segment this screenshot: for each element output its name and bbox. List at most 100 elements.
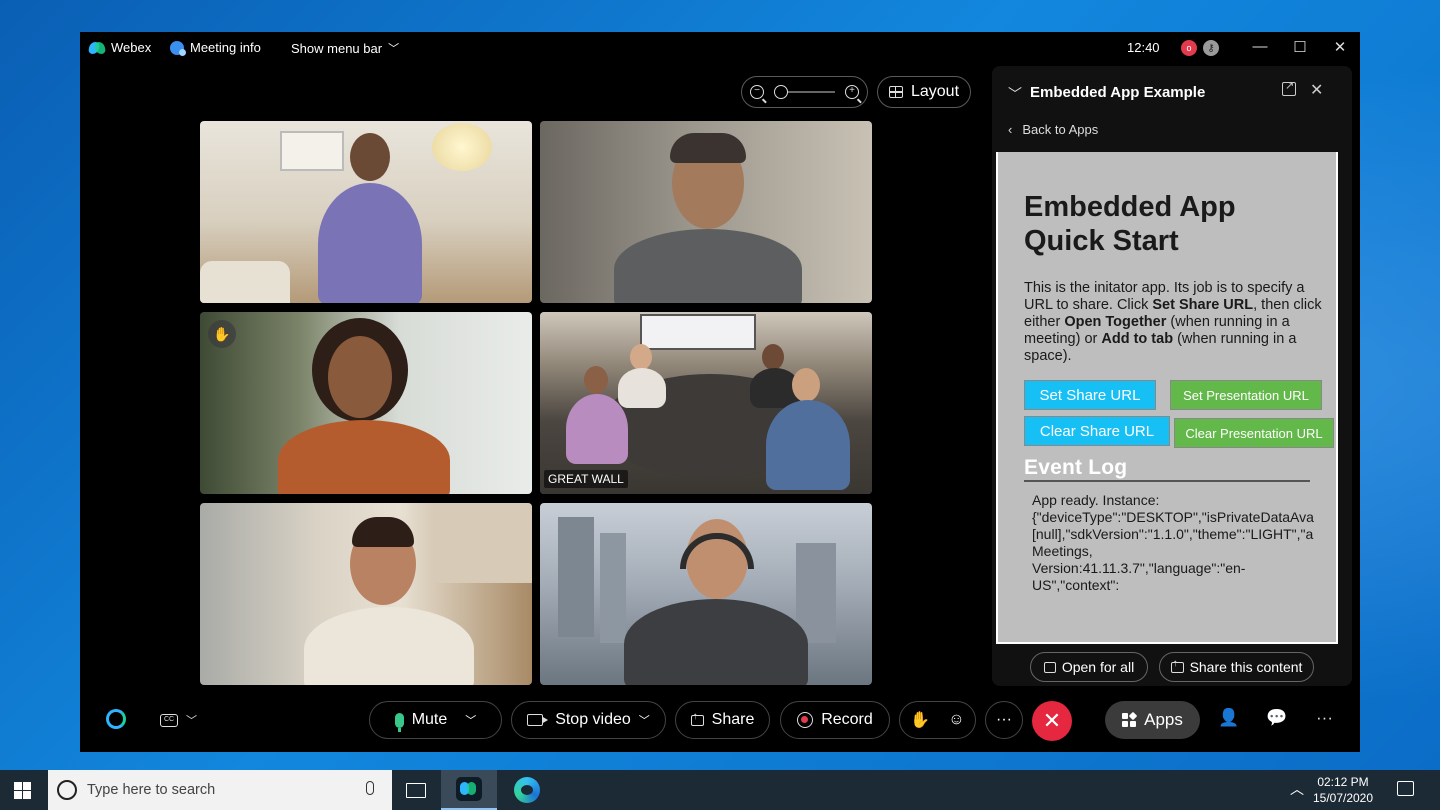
notifications-icon[interactable] <box>1397 781 1414 796</box>
desc-bold: Set Share URL <box>1152 297 1254 313</box>
reactions-icon[interactable]: ☺ <box>948 711 964 729</box>
stop-video-button[interactable]: Stop video ﹀ <box>511 701 666 739</box>
taskbar-edge-app[interactable] <box>499 770 555 810</box>
stop-video-label: Stop video <box>555 711 631 728</box>
clear-share-url-button[interactable]: Clear Share URL <box>1024 416 1170 446</box>
share-this-content-label: Share this content <box>1189 659 1303 675</box>
record-button[interactable]: Record <box>780 701 890 739</box>
clock-time: 02:12 PM <box>1317 775 1369 789</box>
minimize-icon[interactable]: — <box>1250 38 1270 55</box>
open-for-all-button[interactable]: Open for all <box>1030 652 1148 682</box>
video-tile[interactable] <box>540 121 872 303</box>
taskbar-webex-app[interactable] <box>441 770 497 810</box>
clock-date: 15/07/2020 <box>1312 791 1374 805</box>
app-name: Webex <box>111 40 152 55</box>
collapse-chevron-icon[interactable]: ﹀ <box>1008 84 1022 104</box>
maximize-icon[interactable]: ☐ <box>1290 38 1310 56</box>
chevron-down-icon[interactable]: ﹀ <box>639 712 650 728</box>
clear-presentation-url-button[interactable]: Clear Presentation URL <box>1174 418 1334 448</box>
person-body <box>304 607 474 685</box>
webex-logo-icon <box>89 41 105 55</box>
title-bar: Webex Meeting info Show menu bar ﹀ 12:40… <box>80 32 1360 64</box>
windows-start-icon[interactable] <box>14 782 32 799</box>
person-body <box>624 599 808 685</box>
person-head <box>762 344 784 370</box>
system-tray-chevron-icon[interactable]: ︿ <box>1290 779 1304 799</box>
record-label: Record <box>821 711 873 728</box>
more-icon[interactable]: ··· <box>1316 708 1333 728</box>
key-icon[interactable]: ⚷ <box>1203 40 1219 56</box>
chat-icon[interactable]: 💬 <box>1266 708 1287 728</box>
layout-button[interactable]: Layout <box>877 76 971 108</box>
apps-button[interactable]: Apps <box>1105 701 1200 739</box>
search-placeholder: Type here to search <box>87 782 216 798</box>
person-body <box>318 183 422 303</box>
person-head <box>350 133 390 181</box>
chevron-down-icon: ﹀ <box>186 715 197 727</box>
video-tile[interactable] <box>200 503 532 685</box>
taskbar-search-box[interactable]: Type here to search <box>48 770 392 810</box>
video-tile[interactable] <box>200 121 532 303</box>
meeting-info-button[interactable]: Meeting info <box>170 40 261 56</box>
show-menu-bar-button[interactable]: Show menu bar ﹀ <box>291 40 399 56</box>
desc-bold: Add to tab <box>1101 331 1174 347</box>
open-for-all-label: Open for all <box>1061 659 1135 675</box>
person-body <box>566 394 628 464</box>
person-head <box>630 344 652 370</box>
close-icon: ✕ <box>1042 708 1062 733</box>
reactions-group: ✋ ☺ <box>899 701 976 739</box>
share-button[interactable]: Share <box>675 701 770 739</box>
microphone-icon[interactable] <box>366 781 374 795</box>
zoom-out-icon[interactable]: − <box>750 85 764 99</box>
webex-meeting-window: Webex Meeting info Show menu bar ﹀ 12:40… <box>80 32 1360 752</box>
meeting-time-label: 12:40 <box>1127 40 1160 55</box>
captions-button[interactable]: CC ﹀ <box>160 712 197 728</box>
video-tile[interactable]: ✋ <box>200 312 532 494</box>
leave-meeting-button[interactable]: ✕ <box>1032 701 1072 741</box>
embedded-app-content: Embedded App Quick Start This is the ini… <box>998 152 1336 642</box>
share-label: Share <box>711 711 755 728</box>
zoom-slider-knob[interactable] <box>774 85 788 99</box>
layout-label: Layout <box>910 83 960 100</box>
taskbar-clock[interactable]: 02:12 PM 15/07/2020 <box>1308 774 1378 806</box>
whiteboard-image <box>280 131 344 171</box>
back-to-apps-label: Back to Apps <box>1022 122 1099 137</box>
desc-bold: Open Together <box>1064 314 1167 330</box>
video-tile-active[interactable]: GREAT WALL <box>540 312 872 494</box>
recording-status-icon[interactable]: o <box>1181 40 1197 56</box>
back-to-apps-link[interactable]: ‹ Back to Apps <box>1008 122 1098 137</box>
share-this-content-button[interactable]: Share this content <box>1159 652 1314 682</box>
microphone-icon <box>394 712 404 732</box>
person-hair <box>670 133 746 163</box>
task-view-icon[interactable] <box>406 783 426 798</box>
video-tile[interactable] <box>540 503 872 685</box>
record-icon <box>797 712 814 728</box>
set-share-url-button[interactable]: Set Share URL <box>1024 380 1156 410</box>
raise-hand-icon[interactable]: ✋ <box>910 710 930 730</box>
mute-button[interactable]: Mute ﹀ <box>369 701 502 739</box>
closed-captions-icon: CC <box>160 713 178 727</box>
building-image <box>600 533 626 643</box>
edge-browser-icon <box>514 777 540 803</box>
close-icon[interactable]: ✕ <box>1330 38 1350 56</box>
sofa-image <box>200 261 290 303</box>
chevron-down-icon: ﹀ <box>388 43 400 55</box>
participants-icon[interactable]: 👤 <box>1218 708 1239 728</box>
share-screen-icon <box>690 711 704 726</box>
zoom-slider[interactable] <box>774 85 835 99</box>
person-head <box>584 366 608 394</box>
popout-icon[interactable] <box>1282 79 1296 96</box>
ai-assistant-icon <box>106 709 126 729</box>
panel-close-icon[interactable]: ✕ <box>1310 80 1323 100</box>
ai-assistant-button[interactable] <box>106 709 126 729</box>
more-options-button[interactable]: ··· <box>985 701 1023 739</box>
chevron-down-icon[interactable]: ﹀ <box>465 712 476 728</box>
event-log-title: Event Log <box>1024 456 1128 479</box>
set-presentation-url-button[interactable]: Set Presentation URL <box>1170 380 1322 410</box>
panel-title: Embedded App Example <box>1030 84 1206 101</box>
cabinet-image <box>434 503 532 583</box>
zoom-in-icon[interactable]: + <box>845 85 859 99</box>
person-head <box>792 368 820 402</box>
meeting-info-icon <box>170 40 186 56</box>
webex-menu[interactable]: Webex <box>89 40 151 55</box>
